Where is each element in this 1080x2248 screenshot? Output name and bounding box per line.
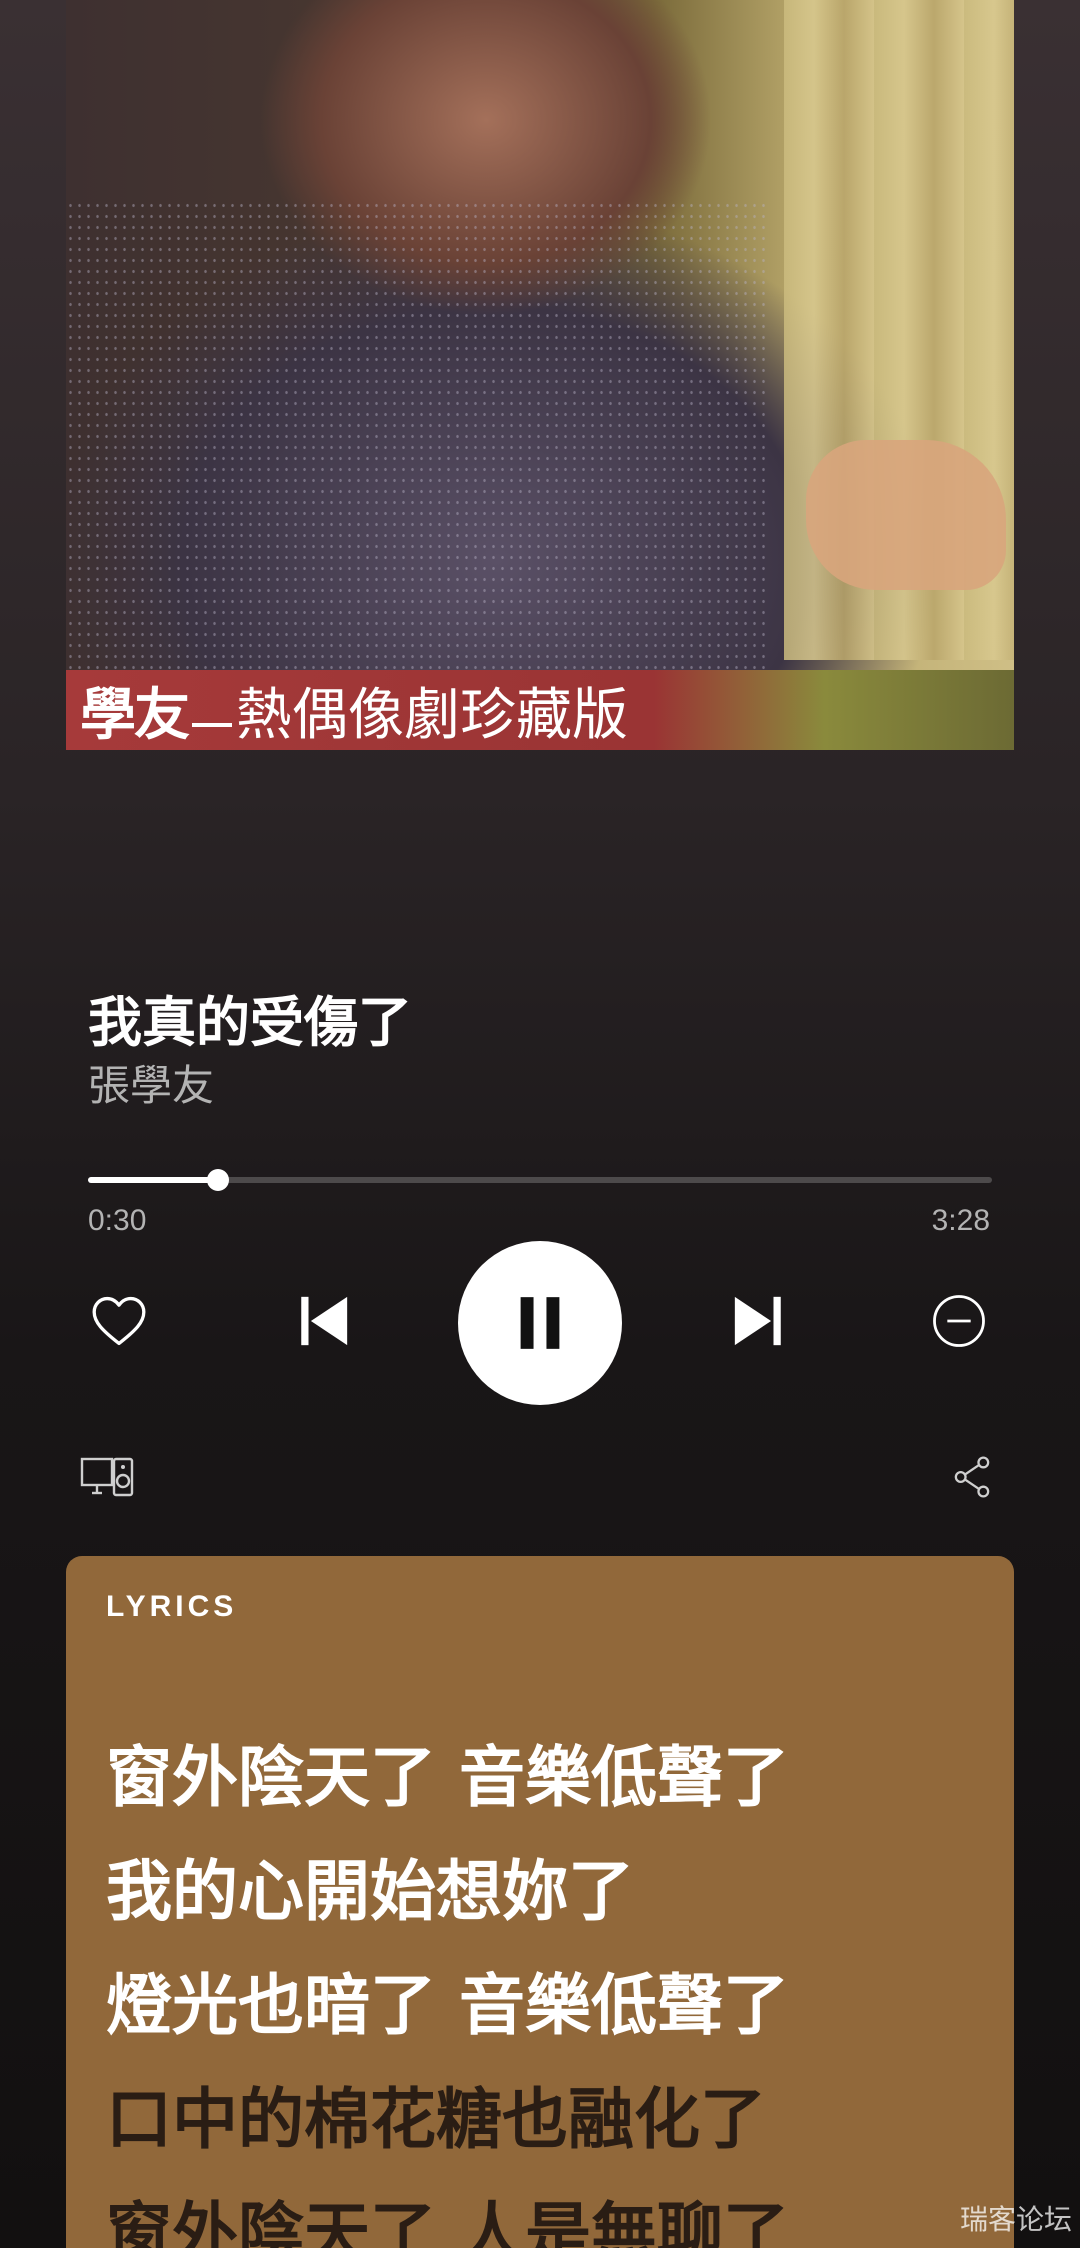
lyric-line: 燈光也暗了 音樂低聲了 [106, 1967, 789, 2044]
progress-bar-handle[interactable] [207, 1169, 230, 1191]
skip-previous-icon [301, 1296, 348, 1346]
previous-button[interactable] [288, 1286, 358, 1356]
total-duration: 3:28 [931, 1204, 990, 1237]
album-cover-separator [192, 723, 232, 727]
album-cover-banner: 學友 熱偶像劇珍藏版 [66, 670, 1014, 750]
share-icon [954, 1456, 990, 1498]
album-cover-subtitle: 熱偶像劇珍藏版 [236, 682, 628, 748]
connect-devices-icon [80, 1457, 134, 1497]
progress-bar[interactable] [88, 1169, 992, 1191]
lyric-line: 口中的棉花糖也融化了 [106, 2081, 766, 2158]
track-title: 我真的受傷了 [88, 991, 412, 1054]
next-button[interactable] [724, 1286, 794, 1356]
watermark: 瑞客论坛 [959, 2203, 1072, 2236]
album-cover: 學友 熱偶像劇珍藏版 [66, 0, 1014, 750]
lyrics-label: LYRICS [106, 1590, 238, 1623]
lyric-line: 窗外陰天了 人是無聊了 [106, 2195, 789, 2248]
track-artist[interactable]: 張學友 [88, 1052, 214, 1113]
hide-song-button[interactable] [924, 1286, 994, 1356]
lyric-line: 窗外陰天了 音樂低聲了 [106, 1739, 789, 1816]
lyrics-card[interactable]: LYRICS 窗外陰天了 音樂低聲了 我的心開始想妳了 燈光也暗了 音樂低聲了 … [66, 1556, 1014, 2248]
connect-devices-button[interactable] [78, 1452, 138, 1502]
progress-bar-fill [88, 1177, 219, 1183]
pause-button[interactable] [458, 1241, 622, 1405]
now-playing-screen: 學友 熱偶像劇珍藏版 我真的受傷了 張學友 0:30 3:28 LYRICS 窗… [0, 0, 1080, 2248]
album-cover-sweater [66, 200, 766, 670]
elapsed-time: 0:30 [88, 1204, 147, 1237]
pause-icon [520, 1297, 560, 1349]
like-button[interactable] [84, 1286, 154, 1356]
share-button[interactable] [948, 1452, 996, 1502]
minus-circle-icon [933, 1295, 985, 1347]
album-cover-hand [806, 440, 1006, 590]
album-cover-brand: 學友 [80, 682, 190, 748]
lyric-line: 我的心開始想妳了 [106, 1853, 634, 1930]
heart-outline-icon [92, 1296, 146, 1346]
skip-next-icon [734, 1296, 781, 1346]
